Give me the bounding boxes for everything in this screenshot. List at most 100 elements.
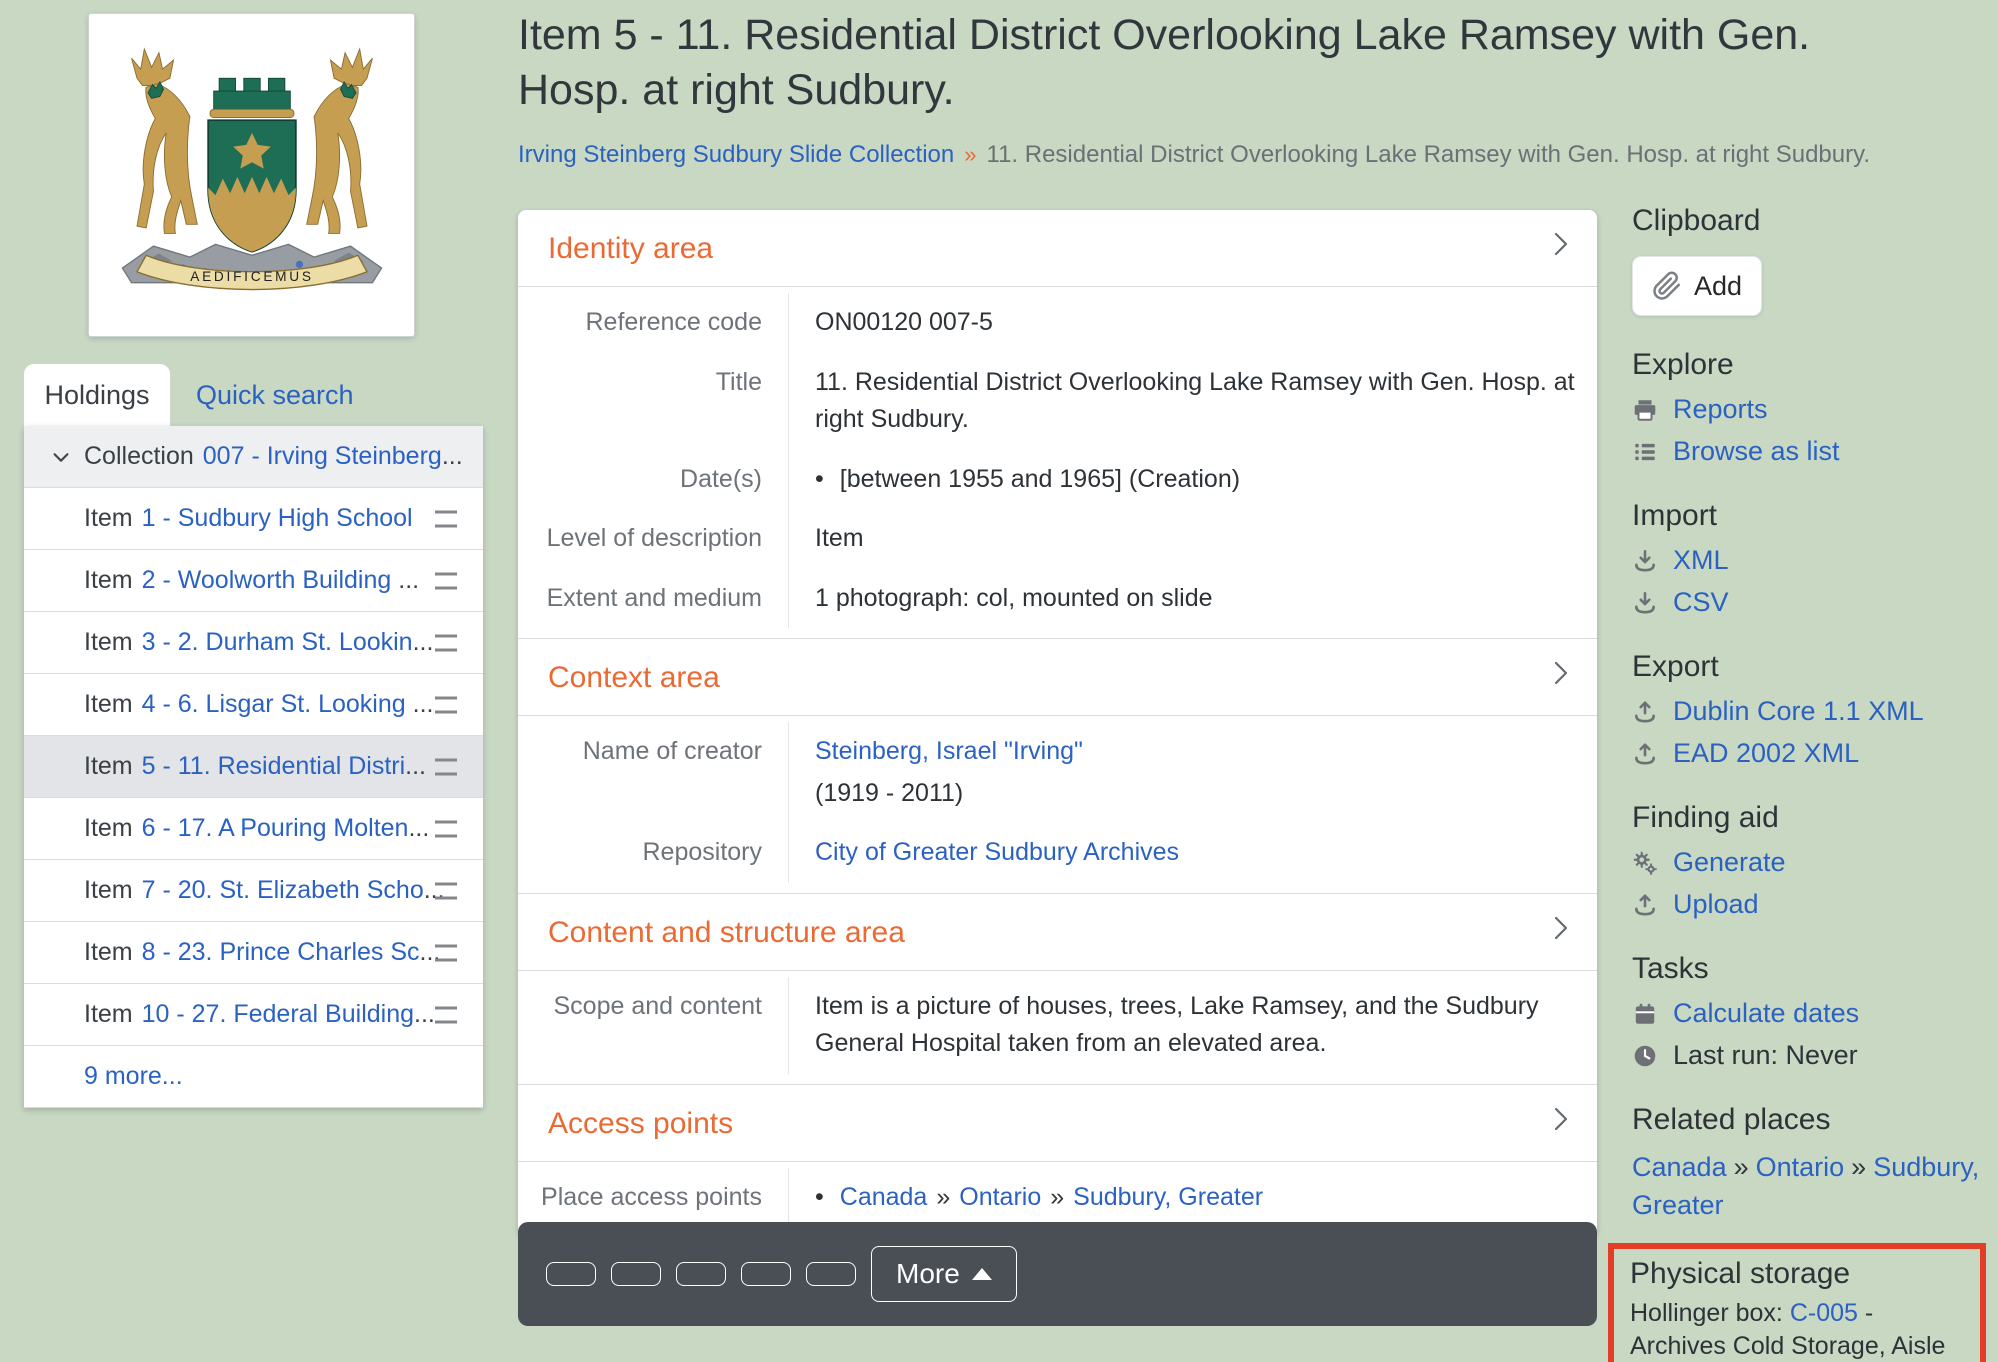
place-link[interactable]: Ontario: [959, 1183, 1041, 1211]
collection-link[interactable]: 007 - Irving Steinberg: [203, 442, 442, 471]
rail-link-row[interactable]: Upload: [1632, 889, 1984, 920]
rail-link-row[interactable]: CSV: [1632, 587, 1984, 618]
item-link[interactable]: 3 - 2. Durham St. Lookin: [142, 628, 413, 657]
level-label: Item: [84, 1000, 133, 1029]
clock-icon: [1632, 1043, 1658, 1069]
level-label: Item: [84, 690, 133, 719]
drag-handle-icon[interactable]: [435, 820, 457, 837]
creator-link[interactable]: Steinberg, Israel "Irving": [815, 737, 1083, 765]
place-link[interactable]: Canada: [1632, 1152, 1727, 1182]
tree-item-row[interactable]: Item 10 - 27. Federal Building ...: [24, 984, 483, 1046]
rail-link[interactable]: Generate: [1673, 847, 1786, 878]
repository-link[interactable]: City of Greater Sudbury Archives: [815, 838, 1179, 866]
field-label: Place access points: [518, 1168, 789, 1228]
field-value: City of Greater Sudbury Archives: [789, 823, 1597, 883]
tree-item-row[interactable]: Item 3 - 2. Durham St. Lookin ...: [24, 612, 483, 674]
truncation-ellipsis: ...: [408, 814, 429, 843]
place-separator-icon: »: [1041, 1183, 1073, 1211]
chevron-right-icon[interactable]: [1551, 912, 1571, 952]
tree-item-row[interactable]: Item 4 - 6. Lisgar St. Looking ...: [24, 674, 483, 736]
toolbar-button[interactable]: [676, 1262, 726, 1286]
rail-heading: Tasks: [1632, 952, 1984, 986]
drag-handle-icon[interactable]: [435, 758, 457, 775]
toolbar-button[interactable]: [546, 1262, 596, 1286]
rail-link[interactable]: Calculate dates: [1673, 998, 1859, 1029]
place-separator-icon: »: [1727, 1152, 1756, 1182]
drag-handle-icon[interactable]: [435, 882, 457, 899]
chevron-right-icon[interactable]: [1551, 1103, 1571, 1143]
truncation-ellipsis: ...: [391, 566, 419, 595]
item-link[interactable]: 10 - 27. Federal Building: [142, 1000, 414, 1029]
rail-heading: Finding aid: [1632, 801, 1984, 835]
drag-handle-icon[interactable]: [435, 944, 457, 961]
chevron-right-icon[interactable]: [1551, 228, 1571, 268]
rail-link-row[interactable]: Browse as list: [1632, 436, 1984, 467]
tree-item-row[interactable]: Item 5 - 11. Residential Distri ...: [24, 736, 483, 798]
place-link[interactable]: Ontario: [1756, 1152, 1845, 1182]
rail-heading: Import: [1632, 499, 1984, 533]
item-link[interactable]: 5 - 11. Residential Distri: [142, 752, 406, 781]
quick-search-link[interactable]: Quick search: [196, 380, 354, 411]
context-menu-rail: Clipboard Add Explore Reports Browse as …: [1632, 204, 1984, 1362]
drag-handle-icon[interactable]: [435, 634, 457, 651]
rail-group-explore: Explore Reports Browse as list: [1632, 348, 1984, 467]
drag-handle-icon[interactable]: [435, 696, 457, 713]
rail-group-import: Import XML CSV: [1632, 499, 1984, 618]
toolbar-button[interactable]: [611, 1262, 661, 1286]
item-link[interactable]: 4 - 6. Lisgar St. Looking: [142, 690, 406, 719]
rail-link-row[interactable]: Calculate dates: [1632, 998, 1984, 1029]
level-label: Item: [84, 876, 133, 905]
toolbar-button[interactable]: [741, 1262, 791, 1286]
tab-holdings[interactable]: Holdings: [24, 364, 170, 426]
drag-handle-icon[interactable]: [435, 510, 457, 527]
rail-link-row[interactable]: Reports: [1632, 394, 1984, 425]
tree-item-row[interactable]: Item 2 - Woolworth Building ...: [24, 550, 483, 612]
more-items-link[interactable]: 9 more...: [84, 1062, 183, 1091]
rail-link[interactable]: EAD 2002 XML: [1673, 738, 1859, 769]
item-link[interactable]: 8 - 23. Prince Charles Sc: [142, 938, 420, 967]
item-link[interactable]: 6 - 17. A Pouring Molten: [142, 814, 409, 843]
tree-item-row[interactable]: Item 8 - 23. Prince Charles Sc ...: [24, 922, 483, 984]
tree-item-row[interactable]: Item 6 - 17. A Pouring Molten ...: [24, 798, 483, 860]
more-button[interactable]: More: [871, 1246, 1017, 1302]
holdings-tree: Collection 007 - Irving Steinberg ... It…: [24, 426, 483, 1108]
rail-link[interactable]: Browse as list: [1673, 436, 1840, 467]
rail-link-row[interactable]: Dublin Core 1.1 XML: [1632, 696, 1984, 727]
drag-handle-icon[interactable]: [435, 1006, 457, 1023]
rail-link-row[interactable]: EAD 2002 XML: [1632, 738, 1984, 769]
field-row: Level of description Item: [518, 509, 1597, 569]
tree-item-row[interactable]: Item 1 - Sudbury High School: [24, 488, 483, 550]
item-link[interactable]: 7 - 20. St. Elizabeth Scho: [142, 876, 424, 905]
clipboard-add-button[interactable]: Add: [1632, 256, 1762, 316]
rail-link[interactable]: XML: [1673, 545, 1729, 576]
atom-item-page: AEDIFICEMUS Holdings Quick search Collec…: [0, 0, 1998, 1362]
breadcrumb-collection-link[interactable]: Irving Steinberg Sudbury Slide Collectio…: [518, 141, 954, 168]
tree-item-row[interactable]: Item 7 - 20. St. Elizabeth Scho ...: [24, 860, 483, 922]
rail-link[interactable]: Dublin Core 1.1 XML: [1673, 696, 1924, 727]
tab-quick-search[interactable]: Quick search: [196, 364, 354, 426]
gears-icon: [1632, 850, 1658, 876]
motto-text: AEDIFICEMUS: [190, 269, 314, 284]
tree-collection-row[interactable]: Collection 007 - Irving Steinberg ...: [24, 426, 483, 488]
rail-link-row[interactable]: Generate: [1632, 847, 1984, 878]
level-label: Item: [84, 566, 133, 595]
level-label: Item: [84, 752, 133, 781]
chevron-right-icon[interactable]: [1551, 657, 1571, 697]
item-link[interactable]: 1 - Sudbury High School: [142, 504, 413, 533]
place-link[interactable]: Sudbury, Greater: [1073, 1183, 1263, 1211]
level-label: Item: [84, 628, 133, 657]
field-value: Steinberg, Israel "Irving" (1919 - 2011): [789, 722, 1597, 823]
rail-link[interactable]: Reports: [1673, 394, 1768, 425]
rail-link[interactable]: CSV: [1673, 587, 1729, 618]
place-link[interactable]: Canada: [840, 1183, 928, 1211]
truncation-ellipsis: ...: [442, 442, 463, 471]
tree-more-row[interactable]: 9 more...: [24, 1046, 483, 1108]
rail-link[interactable]: Upload: [1673, 889, 1759, 920]
toolbar-button[interactable]: [806, 1262, 856, 1286]
bullet-icon: [815, 1183, 840, 1211]
rail-link-row[interactable]: XML: [1632, 545, 1984, 576]
chevron-down-icon[interactable]: [50, 446, 72, 468]
item-link[interactable]: 2 - Woolworth Building: [142, 566, 392, 595]
drag-handle-icon[interactable]: [435, 572, 457, 589]
storage-box-link[interactable]: C-005: [1790, 1299, 1858, 1327]
